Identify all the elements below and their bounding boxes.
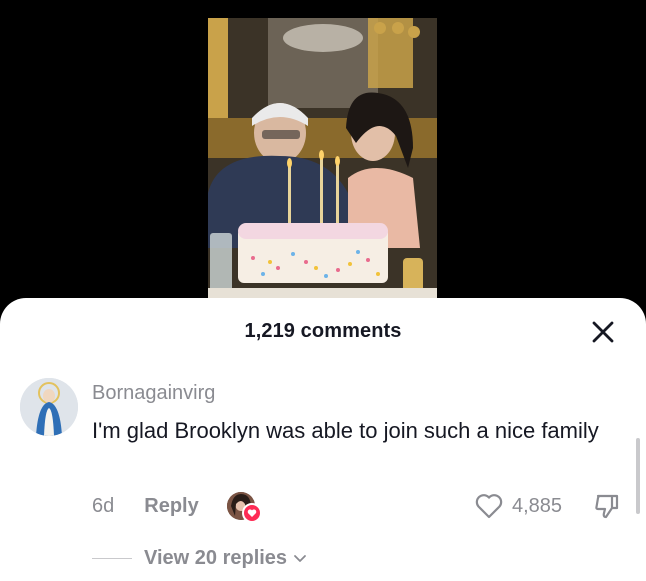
- commenter-username[interactable]: Bornagainvirg: [92, 382, 215, 405]
- comment-timestamp: 6d: [92, 494, 115, 517]
- view-replies-button[interactable]: View 20 replies: [92, 545, 309, 571]
- scrollbar[interactable]: [636, 438, 640, 514]
- comment-text: I'm glad Brooklyn was able to join such …: [92, 418, 599, 443]
- commenter-avatar[interactable]: [20, 378, 78, 436]
- like-count: 4,885: [512, 494, 563, 517]
- comments-sheet: 1,219 comments Bornagainvirg I'm glad Br…: [0, 298, 646, 581]
- comment-meta: 6d Reply: [92, 491, 262, 523]
- close-icon[interactable]: [590, 319, 616, 345]
- thumbs-down-icon: [595, 494, 619, 519]
- dislike-button[interactable]: [592, 491, 622, 521]
- like-button[interactable]: 4,885: [474, 491, 562, 521]
- heart-outline-icon: [475, 494, 503, 519]
- creator-liked-avatar: [226, 492, 262, 523]
- video-frame-image: [208, 18, 437, 318]
- replies-divider: [92, 557, 132, 559]
- chevron-down-icon: [294, 555, 306, 562]
- heart-badge-icon: [241, 503, 262, 523]
- comments-count-title: 1,219 comments: [244, 320, 402, 342]
- reply-button[interactable]: Reply: [144, 495, 198, 518]
- view-replies-label: View 20 replies: [144, 546, 288, 569]
- video-player[interactable]: [208, 18, 437, 318]
